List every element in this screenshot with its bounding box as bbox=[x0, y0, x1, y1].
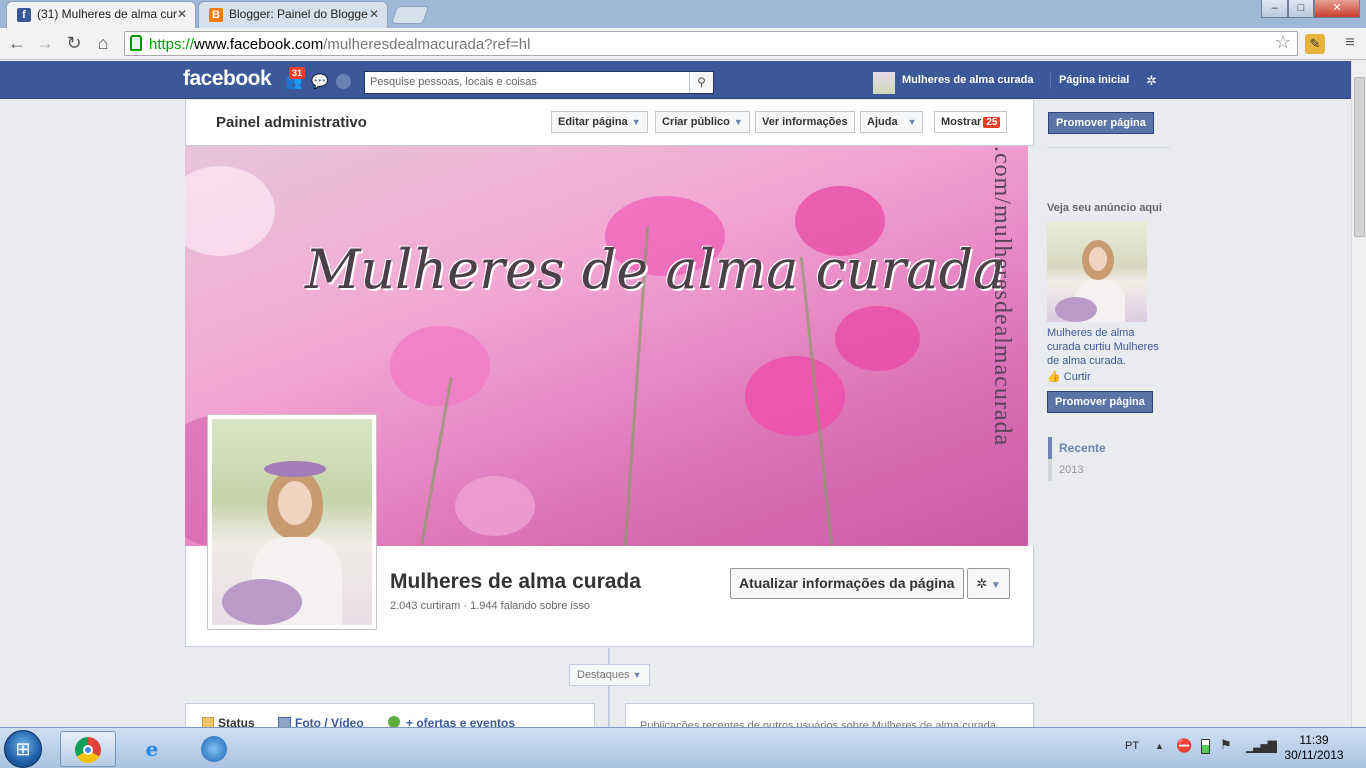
chrome-taskbar-button[interactable] bbox=[60, 731, 116, 767]
tab-title: Blogger: Painel do Blogge bbox=[229, 7, 368, 21]
taskbar-clock[interactable]: 11:39 30/11/2013 bbox=[1274, 733, 1354, 763]
tab-title: (31) Mulheres de alma cur bbox=[37, 7, 178, 21]
timeline-spine bbox=[608, 648, 610, 728]
promote-page-button-top[interactable]: Promover página bbox=[1048, 112, 1154, 134]
chevron-down-icon: ▼ bbox=[990, 580, 1001, 591]
notification-count-badge: 31 bbox=[289, 67, 306, 79]
home-link[interactable]: Página inicial bbox=[1059, 74, 1129, 86]
cover-flower bbox=[835, 306, 920, 371]
windows-update-taskbar-button[interactable] bbox=[186, 731, 242, 767]
cover-flower bbox=[455, 476, 535, 536]
chevron-down-icon: ▼ bbox=[733, 117, 743, 127]
messages-icon[interactable]: 💬 bbox=[311, 73, 328, 90]
thumbs-up-icon: 👍 bbox=[1047, 371, 1061, 383]
chevron-down-icon: ▼ bbox=[907, 117, 917, 127]
cover-flower bbox=[185, 166, 275, 256]
timeline-nav-rail bbox=[1048, 437, 1052, 481]
page-stats: 2.043 curtiram · 1.944 falando sobre iss… bbox=[390, 600, 590, 612]
url-text: https://www.facebook.com/mulheresdealmac… bbox=[149, 36, 531, 53]
signal-strength-icon[interactable]: ▁▃▅▇ bbox=[1246, 739, 1277, 753]
close-window-button[interactable]: ✕ bbox=[1314, 0, 1360, 18]
browser-tab-strip: f (31) Mulheres de alma cur ✕ B Blogger:… bbox=[0, 0, 1366, 28]
action-center-flag-icon[interactable]: ⚑ bbox=[1220, 737, 1232, 753]
bookmark-star-icon[interactable]: ☆ bbox=[1275, 32, 1291, 53]
page-options-button[interactable]: ✲ ▼ bbox=[967, 568, 1010, 599]
extension-icon[interactable]: ✎ bbox=[1305, 34, 1325, 54]
maximize-button[interactable]: □ bbox=[1288, 0, 1314, 18]
promote-page-button-bottom[interactable]: Promover página bbox=[1047, 391, 1153, 413]
cover-vertical-url: .com/mulheresdealmacurada bbox=[989, 146, 1015, 447]
chrome-icon bbox=[75, 737, 101, 763]
reload-icon[interactable]: ↻ bbox=[62, 32, 86, 56]
browser-tab-blogger[interactable]: B Blogger: Painel do Blogge ✕ bbox=[198, 1, 388, 28]
timeline-nav-recent[interactable]: Recente bbox=[1059, 441, 1106, 455]
minimize-button[interactable]: – bbox=[1261, 0, 1288, 18]
facebook-logo[interactable]: facebook bbox=[183, 67, 272, 91]
windows-taskbar: ⊞ e PT ▲ ⛔ ⚑ ▁▃▅▇ 11:39 30/11/2013 bbox=[0, 727, 1366, 768]
windows-start-icon[interactable]: ⊞ bbox=[4, 730, 42, 768]
cover-flower bbox=[745, 356, 845, 436]
chevron-down-icon: ▼ bbox=[631, 117, 641, 127]
chevron-down-icon: ▼ bbox=[632, 670, 642, 680]
ad-like-link[interactable]: 👍 Curtir bbox=[1047, 370, 1091, 383]
profile-photo-bouquet bbox=[222, 579, 302, 625]
profile-photo-face bbox=[278, 481, 312, 525]
ad-image-bouquet bbox=[1055, 297, 1097, 322]
divider bbox=[1050, 73, 1051, 89]
profile-link[interactable]: Mulheres de alma curada bbox=[902, 74, 1033, 86]
profile-photo-image bbox=[212, 419, 372, 625]
settings-gear-icon[interactable]: ✲ bbox=[1146, 73, 1157, 89]
highlights-dropdown[interactable]: Destaques ▼ bbox=[569, 664, 650, 686]
profile-photo-flower-crown bbox=[264, 461, 326, 477]
network-icon[interactable]: ⛔ bbox=[1176, 738, 1192, 754]
search-input[interactable]: Pesquise pessoas, locais e coisas ⚲ bbox=[364, 71, 714, 94]
show-hidden-icons-icon[interactable]: ▲ bbox=[1155, 741, 1164, 751]
home-icon[interactable]: ⌂ bbox=[91, 32, 115, 56]
globe-notifications-icon[interactable] bbox=[336, 74, 351, 89]
scrollbar-thumb[interactable] bbox=[1354, 77, 1365, 237]
timeline-nav-selected bbox=[1048, 437, 1052, 459]
help-button[interactable]: Ajuda ▼ bbox=[860, 111, 924, 133]
address-bar[interactable]: https://www.facebook.com/mulheresdealmac… bbox=[124, 31, 1298, 56]
ad-image-face bbox=[1089, 247, 1107, 271]
close-tab-icon[interactable]: ✕ bbox=[177, 7, 187, 21]
search-icon[interactable]: ⚲ bbox=[689, 72, 713, 93]
internet-explorer-icon[interactable]: e bbox=[124, 731, 180, 767]
page-name[interactable]: Mulheres de alma curada bbox=[390, 570, 641, 594]
ad-preview-image[interactable] bbox=[1047, 222, 1147, 322]
ad-preview-text[interactable]: Mulheres de alma curada curtiu Mulheres … bbox=[1047, 326, 1162, 368]
facebook-header: facebook 👥 31 💬 Pesquise pessoas, locais… bbox=[0, 61, 1352, 99]
timeline-nav-year[interactable]: 2013 bbox=[1059, 464, 1083, 476]
clock-time: 11:39 bbox=[1299, 733, 1329, 747]
page-scrollbar[interactable] bbox=[1351, 61, 1366, 727]
cover-title: Mulheres de alma curada bbox=[305, 238, 1006, 301]
profile-picture[interactable] bbox=[207, 414, 377, 630]
battery-icon[interactable] bbox=[1201, 739, 1210, 754]
admin-panel-title[interactable]: Painel administrativo bbox=[216, 114, 367, 131]
update-page-info-button[interactable]: Atualizar informações da página bbox=[730, 568, 964, 599]
edit-page-button[interactable]: Editar página ▼ bbox=[551, 111, 648, 133]
back-arrow-icon[interactable]: ← bbox=[5, 32, 29, 56]
windows-update-icon bbox=[201, 736, 227, 762]
gear-icon: ✲ bbox=[976, 576, 988, 591]
blogger-icon: B bbox=[209, 8, 223, 22]
clock-date: 30/11/2013 bbox=[1284, 748, 1344, 762]
show-count-badge: 25 bbox=[983, 117, 1001, 128]
create-audience-button[interactable]: Criar público ▼ bbox=[655, 111, 750, 133]
language-indicator[interactable]: PT bbox=[1125, 740, 1139, 752]
new-tab-button[interactable] bbox=[390, 6, 430, 24]
admin-panel-bar: Painel administrativo Editar página ▼ Cri… bbox=[185, 100, 1034, 146]
browser-tab-facebook[interactable]: f (31) Mulheres de alma cur ✕ bbox=[6, 1, 196, 28]
menu-icon[interactable]: ≡ bbox=[1338, 32, 1362, 56]
close-tab-icon[interactable]: ✕ bbox=[369, 7, 379, 21]
cover-flower bbox=[390, 326, 490, 406]
avatar[interactable] bbox=[873, 72, 895, 94]
ad-preview-title: Veja seu anúncio aqui bbox=[1047, 202, 1162, 214]
lock-icon bbox=[130, 35, 142, 51]
facebook-icon: f bbox=[17, 8, 31, 22]
forward-arrow-icon[interactable]: → bbox=[33, 32, 57, 56]
show-button[interactable]: Mostrar 25 bbox=[934, 111, 1008, 133]
view-info-button[interactable]: Ver informações bbox=[755, 111, 855, 133]
sidebar-divider bbox=[1047, 147, 1170, 148]
